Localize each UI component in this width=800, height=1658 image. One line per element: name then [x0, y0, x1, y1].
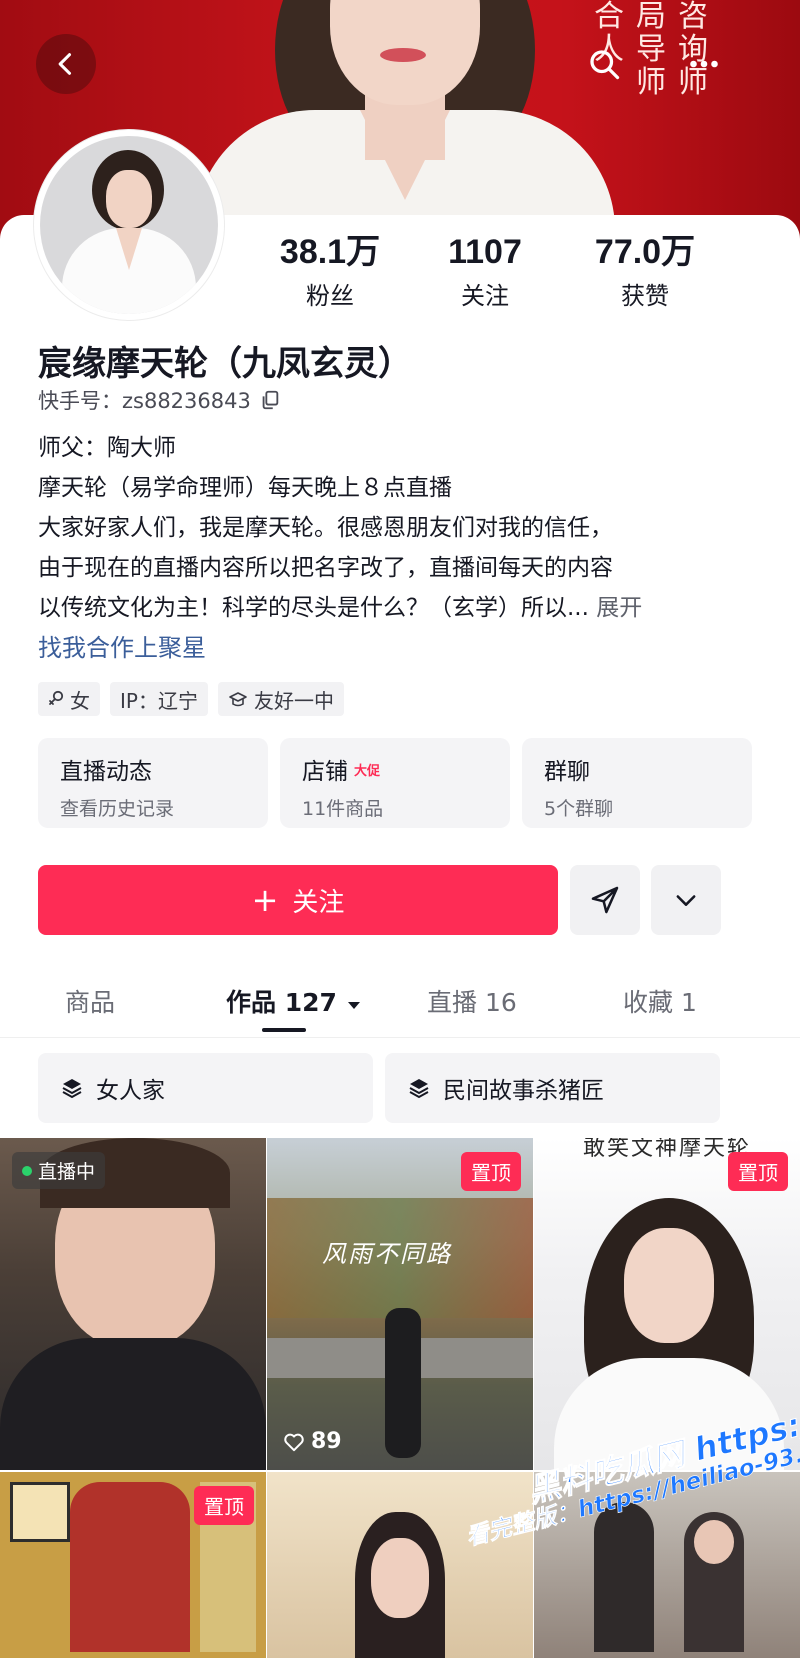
school-icon	[229, 692, 247, 707]
active-tab-indicator	[262, 1028, 306, 1032]
bio-expand-link[interactable]: 展开	[596, 595, 642, 621]
more-button[interactable]	[680, 40, 728, 88]
profile-bio: 师父：陶大师 摩天轮（易学命理师）每天晚上８点直播 大家好家人们，我是摩天轮。很…	[38, 428, 738, 628]
tab-works[interactable]: 作品 127	[226, 983, 362, 1019]
profile-tags: 女 IP：辽宁 友好一中	[38, 682, 344, 716]
like-count: 89	[283, 1429, 342, 1454]
video-thumbnail[interactable]	[267, 1472, 533, 1658]
search-button[interactable]	[580, 40, 628, 88]
tag-school[interactable]: 友好一中	[217, 682, 344, 716]
bio-line-last: 以传统文化为主！科学的尽头是什么？（玄学）所以... 展开	[38, 588, 738, 628]
stat-value: 1107	[448, 233, 522, 271]
tabs-divider	[0, 1037, 800, 1038]
profile-name: 宸缘摩天轮（九凤玄灵）	[38, 344, 412, 384]
stat-label: 关注	[461, 282, 509, 310]
heart-icon	[284, 1433, 304, 1451]
avatar[interactable]	[34, 130, 224, 320]
follow-button[interactable]: + 关注	[38, 865, 558, 935]
feature-cards: 直播动态 查看历史记录 店铺 大促 11件商品 群聊 5个群聊	[38, 738, 752, 828]
stat-value: 38.1万	[279, 233, 381, 271]
video-thumbnail[interactable]: 置顶	[0, 1472, 266, 1658]
copy-icon[interactable]	[259, 389, 281, 411]
live-badge-text: 直播中	[38, 1161, 96, 1183]
bio-line: 师父：陶大师	[38, 435, 176, 461]
female-icon	[49, 690, 64, 705]
stat-likes[interactable]: 77.0万 获赞	[570, 232, 720, 311]
like-count-value: 89	[311, 1429, 342, 1454]
send-icon	[591, 886, 619, 914]
plus-icon: +	[251, 881, 279, 919]
expand-recommend-button[interactable]	[651, 865, 721, 935]
pinned-badge: 置顶	[728, 1152, 788, 1191]
pinned-badge: 置顶	[194, 1486, 254, 1525]
user-id-text: 快手号：zs88236843	[38, 389, 251, 413]
tab-live[interactable]: 直播 16	[427, 983, 517, 1019]
feature-sub: 5个群聊	[544, 798, 614, 820]
tag-label: 女	[70, 688, 90, 713]
back-button[interactable]	[36, 34, 96, 94]
feature-title: 群聊	[544, 759, 590, 785]
cooperation-link[interactable]: 找我合作上聚星	[38, 628, 206, 663]
user-id: 快手号：zs88236843	[38, 385, 281, 415]
collection-item[interactable]: 女人家	[38, 1053, 373, 1123]
bio-line-text: 以传统文化为主！科学的尽头是什么？（玄学）所以...	[38, 595, 589, 621]
collection-item[interactable]: 民间故事杀猪匠	[385, 1053, 720, 1123]
send-message-button[interactable]	[570, 865, 640, 935]
stat-label: 粉丝	[306, 282, 354, 310]
works-grid: 直播中 风雨不同路 置顶 89 敢笑文神摩天轮 置顶 置顶	[0, 1138, 800, 1658]
chevron-down-icon	[676, 895, 696, 906]
feature-group-chat[interactable]: 群聊 5个群聊	[522, 738, 752, 828]
caret-down-icon	[347, 1002, 360, 1009]
feature-live-history[interactable]: 直播动态 查看历史记录	[38, 738, 268, 828]
layers-icon	[409, 1079, 429, 1099]
banner-portrait	[195, 0, 615, 240]
bio-line: 摩天轮（易学命理师）每天晚上８点直播	[38, 475, 452, 501]
layers-icon	[62, 1079, 82, 1099]
tab-favorites[interactable]: 收藏 1	[623, 983, 697, 1019]
tab-works-label: 作品 127	[226, 988, 337, 1017]
stat-label: 获赞	[621, 282, 669, 310]
search-icon	[590, 50, 620, 80]
tag-ip: IP：辽宁	[110, 682, 208, 716]
feature-title: 直播动态	[60, 759, 152, 785]
content-tabs: 商品 作品 127 直播 16 收藏 1	[0, 965, 800, 1035]
tag-label: 友好一中	[253, 688, 334, 713]
follow-label: 关注	[292, 887, 345, 918]
collections: 女人家 民间故事杀猪匠	[38, 1053, 720, 1123]
more-dots-icon	[690, 60, 718, 68]
stat-fans[interactable]: 38.1万 粉丝	[255, 232, 405, 311]
video-thumbnail[interactable]: 风雨不同路 置顶 89	[267, 1138, 533, 1470]
bio-line: 由于现在的直播内容所以把名字改了，直播间每天的内容	[38, 555, 613, 581]
banner-text-col-2: 局导师	[636, 0, 666, 100]
tag-gender: 女	[38, 682, 100, 716]
video-thumbnail[interactable]: 直播中	[0, 1138, 266, 1470]
collection-label: 女人家	[96, 1078, 165, 1104]
live-badge: 直播中	[12, 1152, 106, 1189]
feature-sub: 11件商品	[302, 798, 384, 820]
bio-line: 大家好家人们，我是摩天轮。很感恩朋友们对我的信任，	[38, 515, 613, 541]
stat-following[interactable]: 1107 关注	[410, 232, 560, 311]
pinned-badge: 置顶	[461, 1152, 521, 1191]
chevron-left-icon	[58, 53, 72, 75]
collection-label: 民间故事杀猪匠	[443, 1078, 604, 1104]
tag-label: IP：辽宁	[120, 688, 198, 713]
feature-sub: 查看历史记录	[60, 798, 175, 820]
stat-value: 77.0万	[594, 233, 696, 271]
feature-shop[interactable]: 店铺 大促 11件商品	[280, 738, 510, 828]
feature-title: 店铺	[302, 759, 348, 785]
promo-badge: 大促	[354, 763, 381, 779]
tab-products[interactable]: 商品	[65, 983, 115, 1019]
video-caption: 风雨不同路	[322, 1240, 452, 1268]
